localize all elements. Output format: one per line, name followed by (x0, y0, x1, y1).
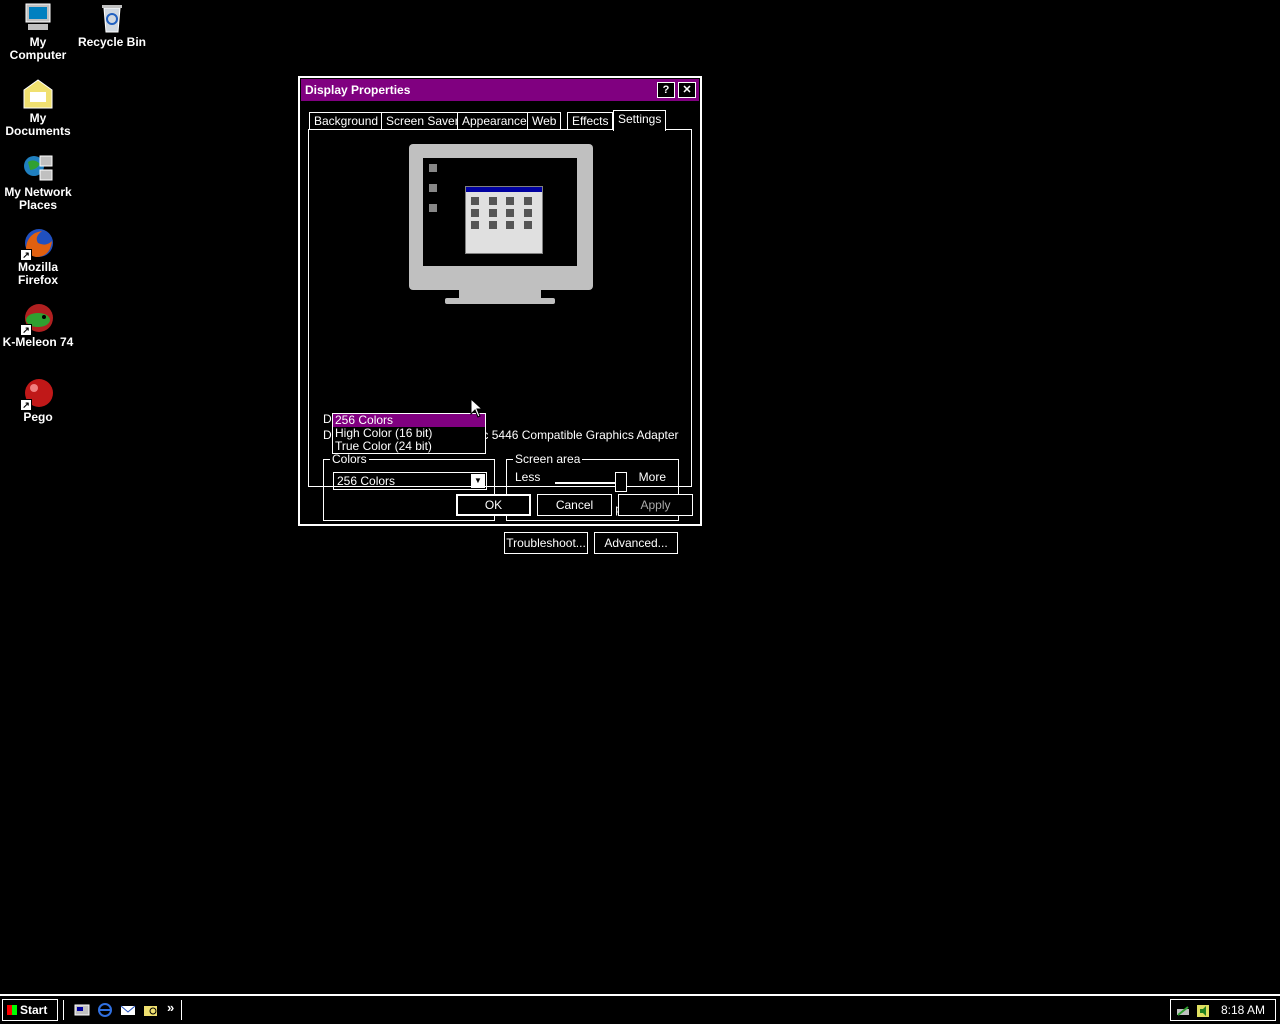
preview-desktop-icon (429, 184, 437, 192)
desktop-icon-network-places[interactable]: My Network Places (0, 152, 76, 212)
chevron-down-icon[interactable]: ▼ (471, 474, 485, 488)
screen-area-group-label: Screen area (513, 452, 583, 466)
shortcut-arrow-icon: ↗ (20, 324, 32, 336)
network-places-icon (22, 152, 54, 184)
desktop-icon-k-meleon[interactable]: ↗ K-Meleon 74 (0, 302, 76, 349)
cancel-button[interactable]: Cancel (537, 494, 612, 516)
desktop-icon-label: Mozilla Firefox (17, 260, 58, 287)
colors-dropdown-list: 256 Colors High Color (16 bit) True Colo… (332, 413, 486, 454)
pego-icon: ↗ (20, 377, 54, 411)
monitor-base (445, 298, 555, 304)
clock[interactable]: 8:18 AM (1221, 1003, 1265, 1017)
my-computer-icon (22, 2, 54, 34)
desktop-icon-pego[interactable]: ↗ Pego (0, 377, 76, 424)
quick-launch-more-button[interactable]: » (167, 1000, 174, 1015)
preview-window (465, 186, 543, 254)
network-tray-icon[interactable] (1175, 1003, 1191, 1019)
monitor-preview (409, 144, 593, 290)
shortcut-arrow-icon: ↗ (20, 249, 32, 261)
desktop-icon-my-documents[interactable]: My Documents (0, 78, 76, 138)
monitor-preview-screen (423, 158, 577, 274)
show-desktop-icon[interactable] (74, 1002, 90, 1018)
windows-flag-icon (7, 1005, 17, 1015)
desktop-icon-label: My Network Places (4, 185, 72, 212)
start-button[interactable]: Start (2, 999, 58, 1021)
colors-option-24bit[interactable]: True Color (24 bit) (333, 440, 485, 453)
taskbar: Start » 8:18 AM (0, 994, 1280, 1024)
tab-background[interactable]: Background (309, 112, 384, 130)
desktop-icon-firefox[interactable]: ↗ Mozilla Firefox (0, 227, 76, 287)
slider-more-label: More (638, 470, 666, 484)
advanced-button[interactable]: Advanced... (594, 532, 678, 554)
desktop-icon-label: K-Meleon 74 (2, 335, 74, 349)
desktop-icon-recycle-bin[interactable]: Recycle Bin (74, 2, 150, 49)
my-documents-icon (22, 78, 54, 110)
start-label: Start (20, 1003, 48, 1017)
slider-less-label: Less (515, 470, 541, 484)
desktop-icon-label: Pego (23, 410, 53, 424)
monitor-stand (459, 290, 541, 298)
mouse-cursor-icon (470, 397, 484, 421)
preview-desktop-icon (429, 204, 437, 212)
windows-explorer-icon[interactable] (143, 1002, 159, 1018)
dialog-title: Display Properties (305, 83, 411, 97)
desktop-icon-label: Recycle Bin (77, 35, 147, 49)
shortcut-arrow-icon: ↗ (20, 399, 32, 411)
desktop-icon-my-computer[interactable]: My Computer (0, 2, 76, 62)
recycle-bin-icon (96, 2, 128, 34)
tab-effects[interactable]: Effects (567, 112, 614, 130)
tab-screen-saver[interactable]: Screen Saver (381, 112, 464, 130)
firefox-icon: ↗ (20, 227, 54, 261)
dialog-titlebar[interactable]: Display Properties ? ✕ (301, 79, 699, 101)
volume-tray-icon[interactable] (1195, 1003, 1211, 1019)
help-button[interactable]: ? (657, 82, 675, 98)
tab-web[interactable]: Web (527, 112, 562, 130)
troubleshoot-button[interactable]: Troubleshoot... (504, 532, 588, 554)
screen-area-slider-thumb[interactable] (615, 472, 627, 492)
internet-explorer-icon[interactable] (97, 1002, 113, 1018)
colors-group-label: Colors (330, 452, 369, 466)
desktop-icon-label: My Computer (9, 35, 67, 62)
outlook-express-icon[interactable] (120, 1002, 136, 1018)
desktop-icon-label: My Documents (5, 111, 71, 138)
tab-settings[interactable]: Settings (613, 110, 667, 131)
preview-taskbar (423, 266, 577, 274)
colors-combobox[interactable]: 256 Colors ▼ (333, 472, 487, 490)
system-tray: 8:18 AM (1170, 999, 1276, 1021)
k-meleon-icon: ↗ (20, 302, 54, 336)
tab-appearance[interactable]: Appearance (457, 112, 532, 130)
preview-desktop-icon (429, 164, 437, 172)
close-button[interactable]: ✕ (678, 82, 696, 98)
colors-selected-value: 256 Colors (337, 474, 396, 488)
display-properties-dialog: Display Properties ? ✕ Background Screen… (298, 76, 702, 554)
ok-button[interactable]: OK (456, 494, 531, 516)
apply-button[interactable]: Apply (618, 494, 693, 516)
